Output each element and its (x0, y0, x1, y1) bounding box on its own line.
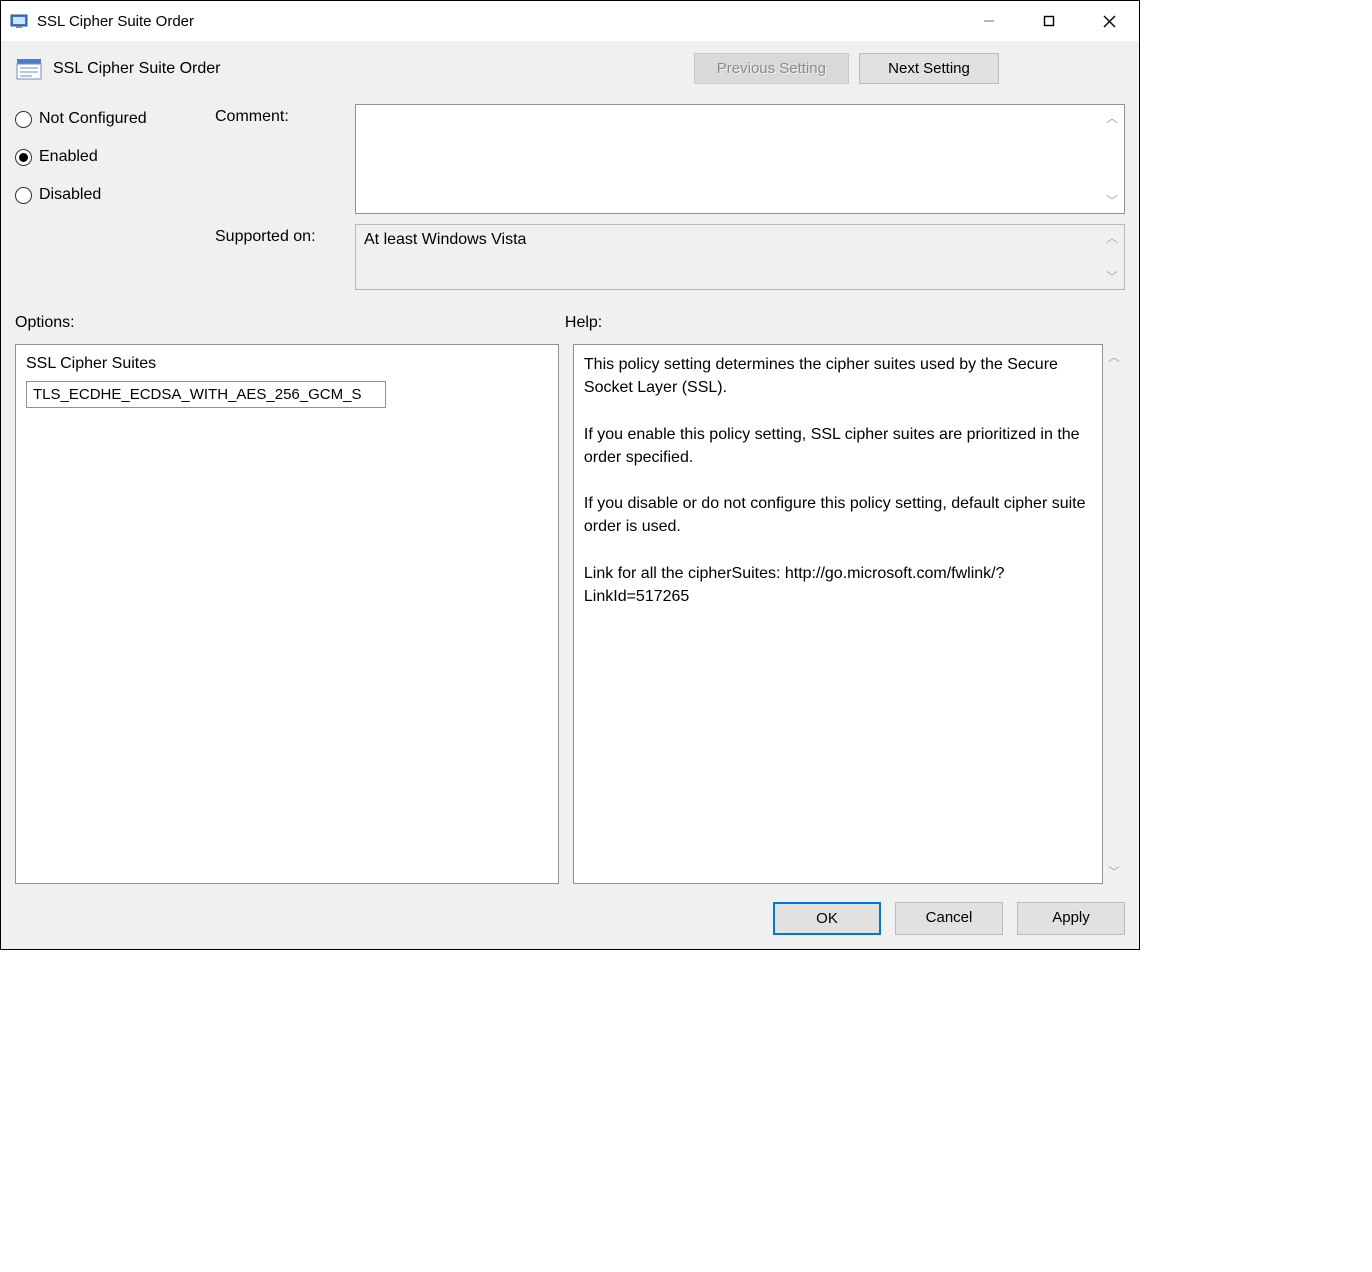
radio-label: Enabled (39, 148, 98, 166)
chevron-up-icon: ﹀ (1102, 229, 1122, 246)
supported-on-box: At least Windows Vista ﹀ ﹀ (355, 224, 1125, 290)
radio-icon (15, 111, 32, 128)
policy-title: SSL Cipher Suite Order (53, 60, 694, 78)
chevron-up-icon: ﹀ (1108, 348, 1120, 365)
options-heading: Options: (15, 314, 559, 332)
titlebar: SSL Cipher Suite Order (1, 1, 1139, 41)
column-headers: Options: Help: (15, 314, 1125, 332)
cancel-button[interactable]: Cancel (895, 902, 1003, 935)
radio-not-configured[interactable]: Not Configured (15, 110, 205, 128)
cipher-suites-label: SSL Cipher Suites (26, 355, 548, 373)
comment-input[interactable]: ﹀ ﹀ (355, 104, 1125, 214)
nav-buttons: Previous Setting Next Setting (694, 53, 999, 84)
radio-disabled[interactable]: Disabled (15, 186, 205, 204)
cipher-suites-input[interactable]: TLS_ECDHE_ECDSA_WITH_AES_256_GCM_S (26, 381, 386, 408)
radio-label: Not Configured (39, 110, 147, 128)
help-heading: Help: (559, 314, 1125, 332)
client-area: SSL Cipher Suite Order Previous Setting … (1, 41, 1139, 949)
close-button[interactable] (1079, 1, 1139, 41)
apply-button[interactable]: Apply (1017, 902, 1125, 935)
chevron-down-icon: ﹀ (1108, 863, 1120, 880)
supported-label: Supported on: (215, 224, 345, 246)
previous-setting-button: Previous Setting (694, 53, 849, 84)
minimize-button[interactable] (959, 1, 1019, 41)
chevron-down-icon: ﹀ (1102, 192, 1122, 209)
supported-scroll[interactable]: ﹀ ﹀ (1102, 225, 1122, 289)
comment-scroll[interactable]: ﹀ ﹀ (1102, 105, 1122, 213)
next-setting-button[interactable]: Next Setting (859, 53, 999, 84)
radio-enabled[interactable]: Enabled (15, 148, 205, 166)
radio-label: Disabled (39, 186, 101, 204)
app-icon (9, 11, 29, 31)
dialog-footer: OK Cancel Apply (15, 884, 1125, 935)
help-wrap: This policy setting determines the ciphe… (573, 344, 1125, 884)
maximize-button[interactable] (1019, 1, 1079, 41)
chevron-down-icon: ﹀ (1102, 268, 1122, 285)
config-area: Not Configured Enabled Disabled Comment:… (15, 104, 1125, 290)
header-row: SSL Cipher Suite Order Previous Setting … (15, 53, 1125, 84)
radio-icon (15, 149, 32, 166)
comment-label: Comment: (215, 104, 345, 126)
radio-icon (15, 187, 32, 204)
chevron-up-icon: ﹀ (1102, 109, 1122, 126)
window-title: SSL Cipher Suite Order (37, 13, 959, 30)
ok-button[interactable]: OK (773, 902, 881, 935)
lower-panels: SSL Cipher Suites TLS_ECDHE_ECDSA_WITH_A… (15, 344, 1125, 884)
dialog-window: SSL Cipher Suite Order (0, 0, 1140, 950)
window-controls (959, 1, 1139, 41)
state-radio-group: Not Configured Enabled Disabled (15, 104, 205, 204)
help-panel: This policy setting determines the ciphe… (573, 344, 1103, 884)
supported-value: At least Windows Vista (364, 231, 526, 248)
help-scrollbar[interactable]: ﹀ ﹀ (1103, 344, 1125, 884)
policy-icon (15, 55, 43, 83)
options-panel: SSL Cipher Suites TLS_ECDHE_ECDSA_WITH_A… (15, 344, 559, 884)
